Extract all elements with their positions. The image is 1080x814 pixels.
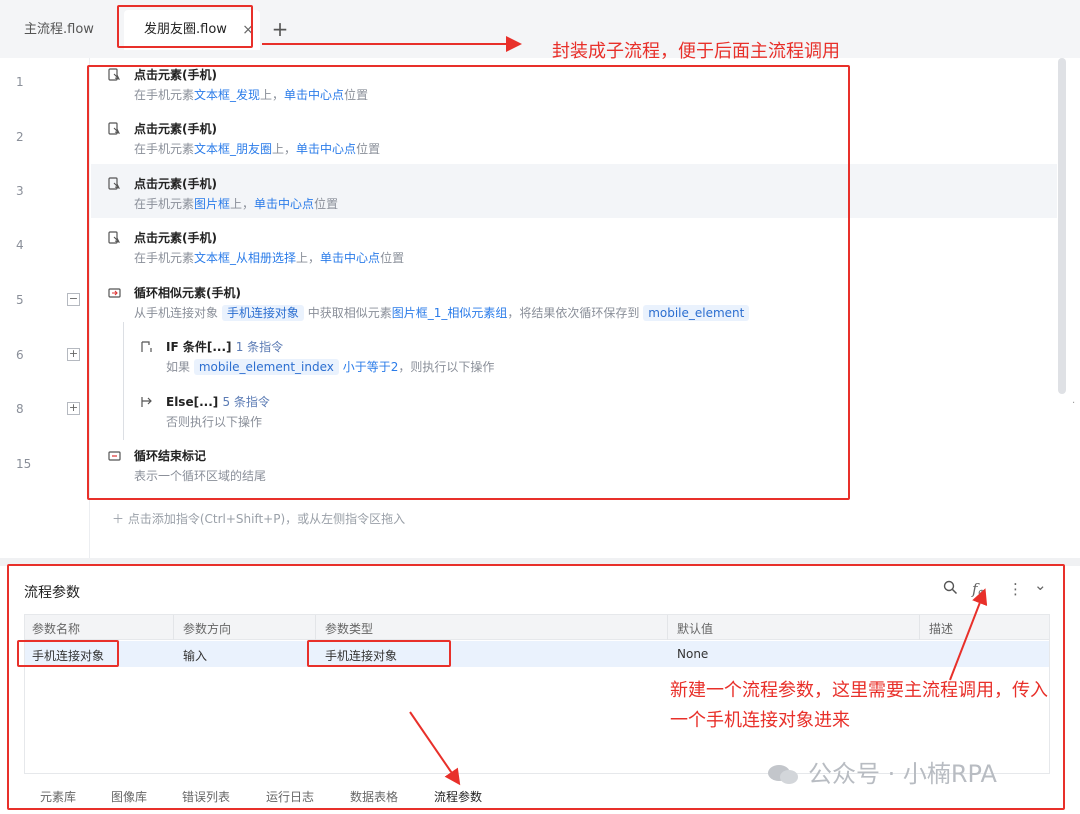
- wechat-icon: [768, 765, 798, 784]
- annotation-top-text: 封装成子流程，便于后面主流程调用: [552, 41, 840, 62]
- annotation-bottom-text: 新建一个流程参数，这里需要主流程调用，传入一个手机连接对象进来: [670, 680, 1048, 731]
- watermark: 公众号 · 小楠RPA: [766, 754, 997, 789]
- divider-mark: ·: [1072, 398, 1076, 409]
